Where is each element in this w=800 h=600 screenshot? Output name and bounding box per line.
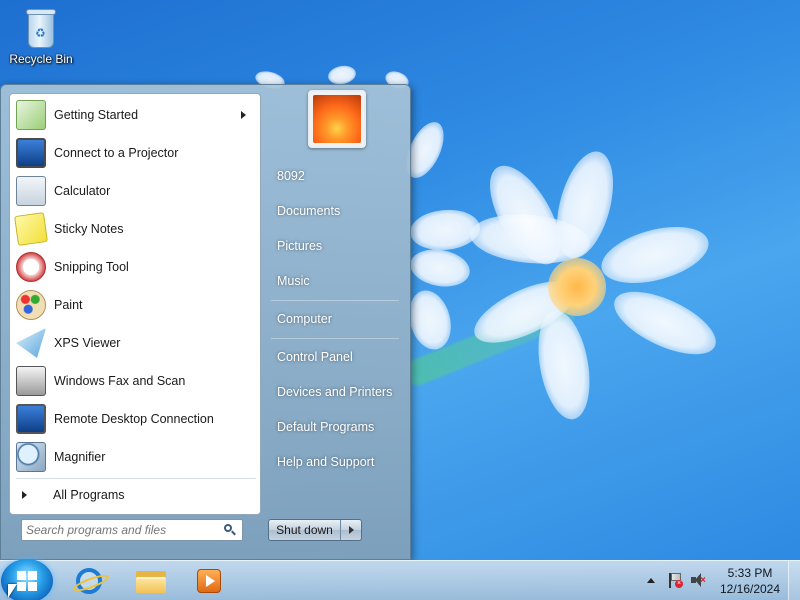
- program-label: Sticky Notes: [54, 222, 124, 236]
- internet-explorer-icon: [76, 568, 102, 594]
- taskbar-clock[interactable]: 5:33 PM 12/16/2024: [715, 565, 785, 597]
- program-calculator[interactable]: Calculator: [12, 172, 258, 210]
- desktop-icon-recycle-bin[interactable]: ♻ Recycle Bin: [6, 4, 76, 66]
- search-input[interactable]: [26, 521, 222, 539]
- search-icon[interactable]: [224, 524, 236, 536]
- taskbar-windows-explorer[interactable]: [130, 564, 172, 598]
- windows-logo-icon: [17, 571, 37, 591]
- paint-icon: [16, 290, 46, 320]
- programs-pane: Getting Started Connect to a Projector C…: [9, 93, 261, 515]
- fax-scan-icon: [16, 366, 46, 396]
- wallpaper-petal: [407, 245, 473, 291]
- wallpaper-flower-center: [548, 258, 606, 316]
- wallpaper-petal: [595, 216, 715, 294]
- program-label: Getting Started: [54, 108, 139, 122]
- shutdown-split-button: Shut down: [268, 519, 362, 541]
- show-hidden-icons-icon[interactable]: [647, 578, 655, 583]
- wallpaper-petal: [605, 278, 725, 368]
- program-paint[interactable]: Paint: [12, 286, 258, 324]
- right-link-devices-printers[interactable]: Devices and Printers: [269, 377, 403, 407]
- program-getting-started[interactable]: Getting Started: [12, 96, 258, 134]
- taskbar: × × 5:33 PM 12/16/2024: [0, 559, 800, 600]
- program-label: Calculator: [54, 184, 111, 198]
- all-programs-button[interactable]: All Programs: [12, 482, 258, 508]
- shutdown-options-button[interactable]: [341, 520, 361, 540]
- right-link-control-panel[interactable]: Control Panel: [269, 342, 403, 372]
- program-xps-viewer[interactable]: XPS Viewer: [12, 324, 258, 362]
- menu-divider: [16, 478, 256, 479]
- folder-icon: [136, 569, 166, 593]
- start-menu: Getting Started Connect to a Projector C…: [0, 84, 411, 560]
- search-box[interactable]: [21, 519, 243, 541]
- program-label: Snipping Tool: [54, 260, 129, 274]
- wallpaper-petal: [408, 207, 482, 253]
- program-sticky-notes[interactable]: Sticky Notes: [12, 210, 258, 248]
- program-label: Magnifier: [54, 450, 106, 464]
- volume-muted-icon[interactable]: ×: [690, 572, 706, 588]
- sticky-notes-icon: [14, 212, 48, 246]
- desktop-icon-label: Recycle Bin: [9, 52, 73, 66]
- program-fax-scan[interactable]: Windows Fax and Scan: [12, 362, 258, 400]
- program-label: Paint: [54, 298, 83, 312]
- taskbar-media-player[interactable]: [188, 564, 230, 598]
- recycle-bin-icon: ♻: [24, 6, 58, 50]
- all-programs-label: All Programs: [53, 488, 125, 502]
- magnifier-icon: [16, 442, 46, 472]
- getting-started-icon: [16, 100, 46, 130]
- program-snipping-tool[interactable]: Snipping Tool: [12, 248, 258, 286]
- clock-date: 12/16/2024: [719, 582, 781, 596]
- user-avatar-flower-icon: [313, 95, 361, 143]
- right-link-default-programs[interactable]: Default Programs: [269, 412, 403, 442]
- wallpaper-petal: [402, 285, 458, 355]
- right-link-user[interactable]: 8092: [269, 161, 403, 191]
- program-remote-desktop[interactable]: Remote Desktop Connection: [12, 400, 258, 438]
- right-link-help-support[interactable]: Help and Support: [269, 447, 403, 477]
- program-label: XPS Viewer: [54, 336, 121, 350]
- expand-arrow-icon: [22, 491, 27, 499]
- program-magnifier[interactable]: Magnifier: [12, 438, 258, 476]
- user-picture[interactable]: [308, 90, 366, 148]
- program-label: Remote Desktop Connection: [54, 412, 214, 426]
- projector-icon: [16, 138, 46, 168]
- right-pane-divider: [271, 300, 399, 301]
- action-center-flag-icon[interactable]: ×: [667, 572, 683, 588]
- right-pane-divider: [271, 338, 399, 339]
- shutdown-button[interactable]: Shut down: [269, 520, 341, 540]
- program-label: Connect to a Projector: [54, 146, 179, 160]
- submenu-arrow-icon: [241, 111, 246, 119]
- media-player-icon: [197, 569, 221, 593]
- program-label: Windows Fax and Scan: [54, 374, 186, 388]
- chevron-right-icon: [348, 526, 354, 534]
- right-link-documents[interactable]: Documents: [269, 196, 403, 226]
- snipping-tool-icon: [16, 252, 46, 282]
- wallpaper-petal: [326, 63, 358, 87]
- xps-viewer-icon: [16, 328, 46, 358]
- taskbar-internet-explorer[interactable]: [68, 564, 110, 598]
- mouse-cursor-icon: [8, 584, 17, 598]
- program-connect-projector[interactable]: Connect to a Projector: [12, 134, 258, 172]
- clock-time: 5:33 PM: [727, 566, 773, 580]
- right-link-music[interactable]: Music: [269, 266, 403, 296]
- show-desktop-button[interactable]: [788, 561, 800, 600]
- right-link-computer[interactable]: Computer: [269, 304, 403, 334]
- remote-desktop-icon: [16, 404, 46, 434]
- calculator-icon: [16, 176, 46, 206]
- right-link-pictures[interactable]: Pictures: [269, 231, 403, 261]
